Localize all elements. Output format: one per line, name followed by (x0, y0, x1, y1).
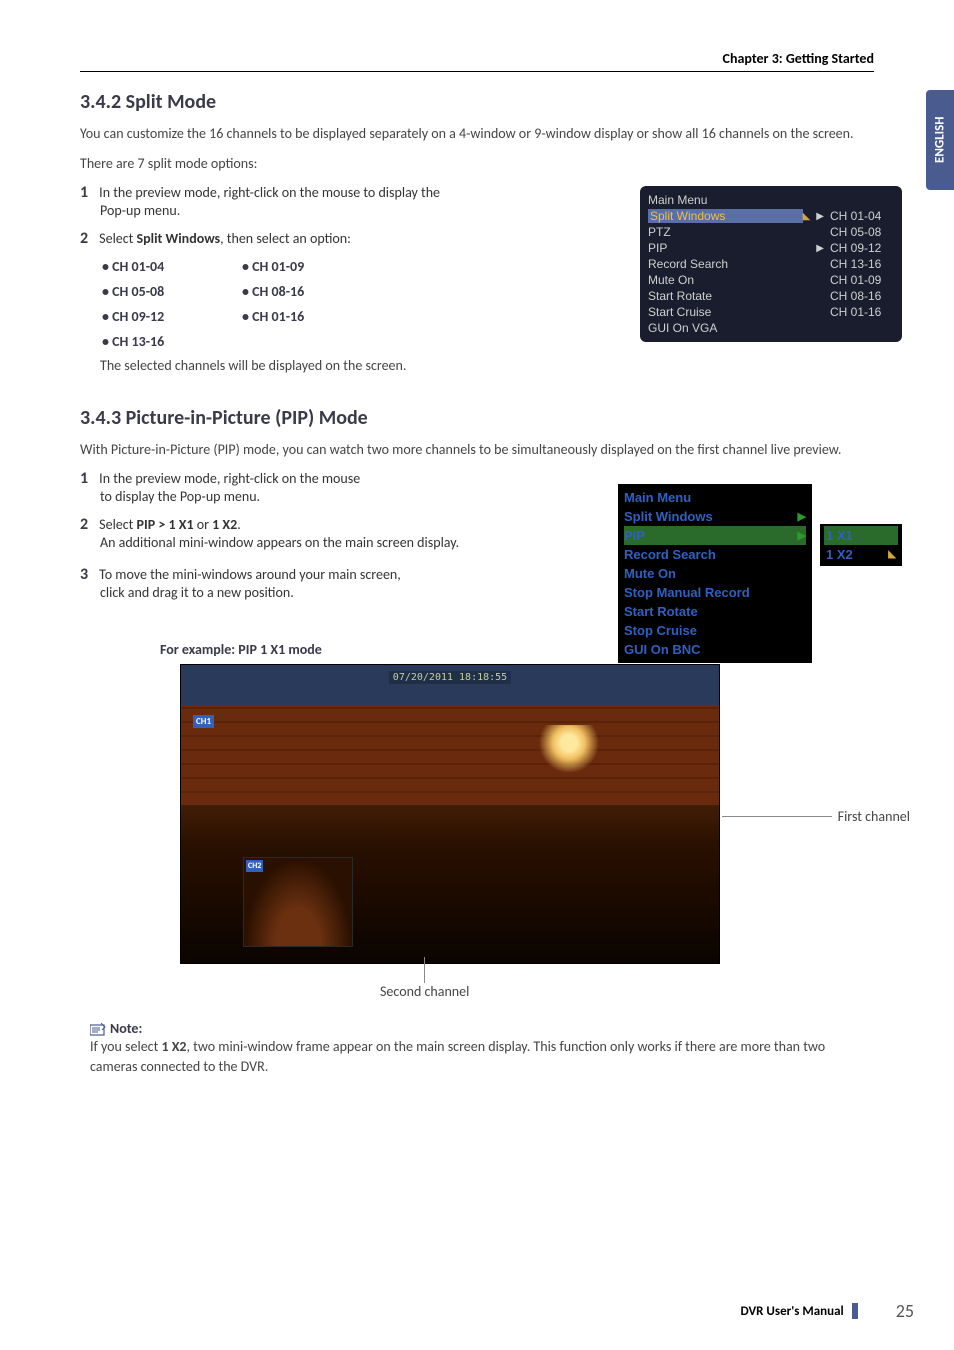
step-2-pre: Select (99, 516, 136, 533)
step-2-text: Select Split Windows, then select an opt… (99, 230, 351, 247)
pip-mini-window: CH2 (243, 857, 353, 947)
menu-item: Start Cruise (648, 305, 818, 319)
step-2-bold: Split Windows (137, 230, 221, 247)
submenu-item: 1 X2◣ (824, 545, 898, 564)
menu-item: Record Search (648, 257, 818, 271)
submenu-item: CH 09-12 (830, 241, 894, 255)
lamp-icon (539, 725, 599, 785)
menu-item: Main Menu (624, 488, 806, 507)
callout-first-channel: First channel (722, 808, 910, 825)
submenu-arrow-icon: ▶ (816, 243, 824, 254)
submenu-item: CH 05-08 (830, 225, 894, 239)
pip-main-channel: 07/20/2011 18:18:55 CH1 CH2 (180, 664, 720, 964)
cursor-icon: ◣ (888, 549, 896, 560)
section-pip-mode: 3.4.3 Picture-in-Picture (PIP) Mode With… (80, 406, 874, 1077)
heading-split-mode: 3.4.2 Split Mode (80, 90, 874, 114)
list-item: CH 01-04 (102, 258, 242, 275)
step-1-text: In the preview mode, right-click on the … (99, 184, 440, 201)
popup-menu-screenshot-1: Main Menu Split Windows◣ ▶ CH 01-04 PTZ CH … (640, 186, 902, 342)
footer-bar (852, 1303, 858, 1319)
step-2-bold2: 1 X2 (212, 516, 237, 533)
note-text: If you select 1 X2, two mini-window fram… (90, 1037, 874, 1076)
menu-item: PTZ (648, 225, 818, 239)
submenu-item-selected: 1 X1 (824, 526, 898, 545)
step-number: 1 (80, 183, 96, 202)
menu-item: Split Windows▶ (624, 507, 806, 526)
step-3-text-cont: click and drag it to a new position. (100, 584, 500, 601)
submenu-arrow-icon: ▶ (798, 510, 806, 523)
channel-1-label: CH1 (193, 715, 214, 728)
step-1-text: In the preview mode, right-click on the … (99, 470, 360, 487)
options-lead: There are 7 split mode options: (80, 154, 874, 174)
step-number: 3 (80, 565, 96, 584)
note-bold: 1 X2 (161, 1038, 186, 1055)
pip-example-figure: For example: PIP 1 X1 mode 07/20/2011 18… (80, 641, 874, 964)
step-1-text-cont: to display the Pop-up menu. (100, 488, 500, 505)
menu-item: Stop Cruise (624, 621, 806, 640)
note-icon (90, 1023, 106, 1037)
channel-2-label: CH2 (246, 860, 263, 872)
list-item: CH 08-16 (242, 283, 382, 300)
step-2-text: Select PIP > 1 X1 or 1 X2. (99, 516, 241, 533)
chapter-header: Chapter 3: Getting Started (80, 50, 874, 72)
timestamp-overlay: 07/20/2011 18:18:55 (389, 671, 511, 684)
step-number: 2 (80, 229, 96, 248)
language-tab: ENGLISH (926, 90, 954, 190)
note-block: Note: If you select 1 X2, two mini-windo… (90, 1020, 874, 1076)
submenu-item: CH 01-09 (830, 273, 894, 287)
note-text-a: If you select (90, 1038, 161, 1055)
menu-item-selected: PIP▶ (624, 526, 806, 545)
popup-menu-screenshot-2: Main Menu Split Windows▶ PIP▶ Record Sea… (618, 484, 902, 663)
menu-item: Mute On (624, 564, 806, 583)
callout-second-channel: Second channel (380, 957, 469, 1000)
menu-item: GUI On VGA (648, 321, 894, 335)
list-item: CH 01-09 (242, 258, 382, 275)
step-1: 1 In the preview mode, right-click on th… (80, 469, 500, 505)
submenu-item: CH 13-16 (830, 257, 894, 271)
intro-text: You can customize the 16 channels to be … (80, 124, 874, 144)
step-2-post: , then select an option: (220, 230, 351, 247)
step-2-bold: PIP > 1 X1 (137, 516, 194, 533)
callout-label: Second channel (380, 983, 469, 1000)
section-split-mode: 3.4.2 Split Mode You can customize the 1… (80, 90, 874, 376)
heading-pip-mode: 3.4.3 Picture-in-Picture (PIP) Mode (80, 406, 874, 430)
submenu-item: CH 01-04 (830, 209, 894, 223)
step-3-text: To move the mini-windows around your mai… (99, 566, 401, 583)
page-footer: DVR User's Manual 25 (80, 1300, 914, 1322)
submenu-arrow-icon: ▶ (798, 529, 806, 542)
list-item: CH 05-08 (102, 283, 242, 300)
step-number: 2 (80, 515, 96, 534)
step-number: 1 (80, 469, 96, 488)
intro-text: With Picture-in-Picture (PIP) mode, you … (80, 440, 874, 460)
menu-item: Main Menu (648, 193, 894, 207)
list-item: CH 09-12 (102, 308, 242, 325)
submenu-arrow-icon: ▶ (816, 211, 824, 222)
step-2-mid: or (194, 516, 213, 533)
step-2-pre: Select (99, 230, 136, 247)
callout-label: First channel (838, 808, 910, 825)
step-3: 3 To move the mini-windows around your m… (80, 565, 500, 601)
pip-caption: For example: PIP 1 X1 mode (160, 641, 874, 658)
cursor-icon: ◣ (803, 211, 811, 222)
note-label: Note: (110, 1020, 142, 1037)
menu-item-selected: Split Windows (648, 209, 803, 223)
step-2-end: . (237, 516, 241, 533)
menu-item: Stop Manual Record (624, 583, 806, 602)
menu-item: Mute On (648, 273, 818, 287)
note-text-b: , two mini-window frame appear on the ma… (90, 1038, 825, 1075)
after-list-text: The selected channels will be displayed … (100, 356, 874, 376)
menu-item: Record Search (624, 545, 806, 564)
list-item: CH 13-16 (102, 333, 242, 350)
list-item: CH 01-16 (242, 308, 382, 325)
menu-item: Start Rotate (624, 602, 806, 621)
submenu-item: CH 01-16 (830, 305, 894, 319)
menu-item: Start Rotate (648, 289, 818, 303)
submenu-item: CH 08-16 (830, 289, 894, 303)
menu-item: PIP (648, 241, 810, 255)
page-number: 25 (896, 1300, 914, 1322)
manual-title: DVR User's Manual (740, 1304, 843, 1319)
